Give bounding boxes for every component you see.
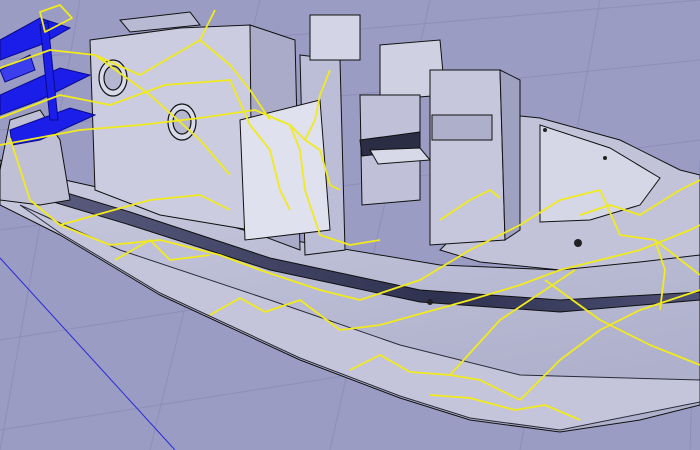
viewport-canvas[interactable] (0, 0, 700, 450)
3d-viewport[interactable] (0, 0, 700, 450)
